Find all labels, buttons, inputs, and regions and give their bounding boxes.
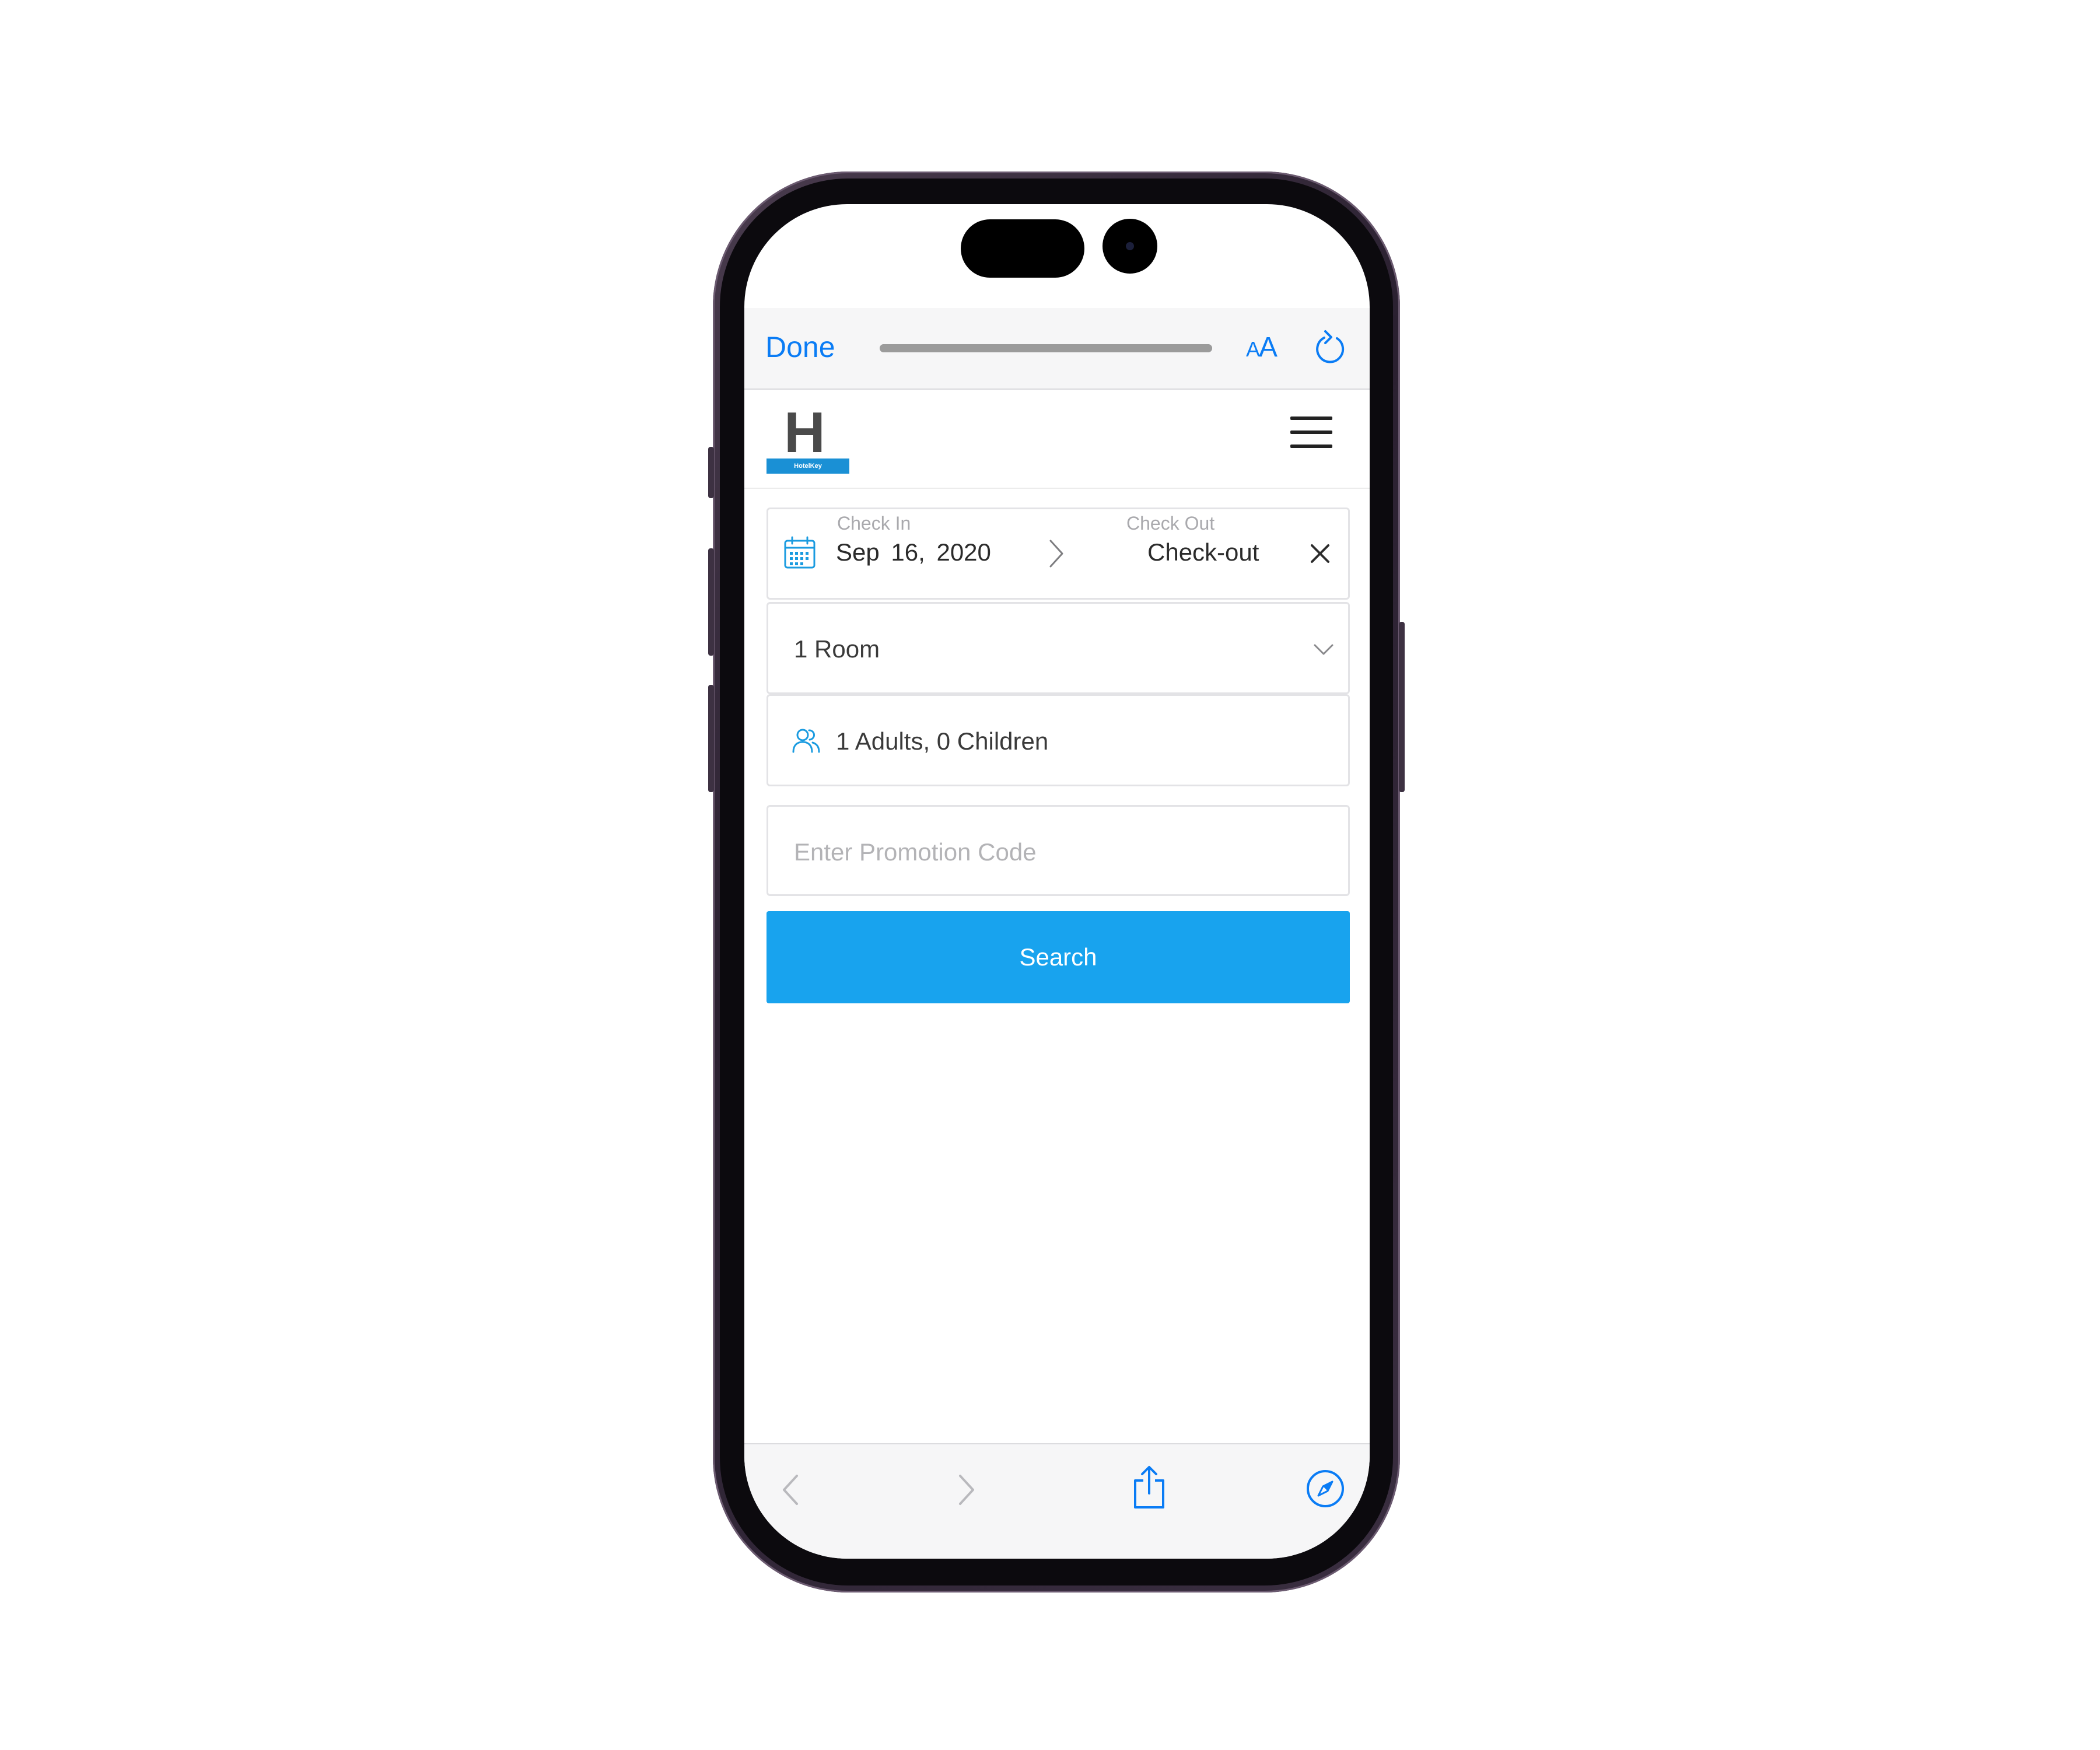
power-button: [1399, 622, 1405, 792]
browser-top-bar: Done AA: [744, 308, 1370, 390]
check-out-label: Check Out: [1126, 513, 1215, 534]
calendar-icon: [783, 535, 816, 570]
logo-letter: H: [784, 400, 825, 464]
text-size-small-glyph: A: [1246, 337, 1260, 361]
volume-up-button: [708, 548, 714, 656]
text-size-large-glyph: A: [1259, 332, 1278, 363]
guests-value: 1 Adults, 0 Children: [836, 727, 1049, 755]
guests-selector[interactable]: 1 Adults, 0 Children: [766, 694, 1350, 786]
rooms-selected-value: 1 Room: [794, 635, 880, 663]
volume-down-button: [708, 685, 714, 792]
chevron-right-icon: [1048, 538, 1065, 569]
front-camera: [1102, 219, 1157, 274]
check-in-label: Check In: [837, 513, 911, 534]
logo-caption: HotelKey: [766, 459, 849, 474]
page-load-progress-fill: [880, 344, 1212, 352]
search-button[interactable]: Search: [766, 911, 1350, 1003]
page-load-progress: [880, 344, 1212, 352]
rooms-select[interactable]: 1 Room: [766, 602, 1350, 694]
chevron-down-icon: [1313, 643, 1334, 656]
compass-icon[interactable]: [1306, 1469, 1345, 1508]
promo-code-input[interactable]: [794, 836, 1319, 869]
close-icon[interactable]: [1308, 542, 1332, 565]
date-range-picker[interactable]: Check In Sep 16, 2020 Check Out Check-ou…: [766, 508, 1350, 600]
phone-screen: Done AA H HotelKey Check In Sep 16, 2020…: [744, 204, 1370, 1559]
text-size-button[interactable]: AA: [1246, 331, 1278, 363]
promo-code-field[interactable]: [766, 805, 1350, 896]
browser-bottom-toolbar: [744, 1443, 1370, 1559]
check-out-date[interactable]: Check-out: [1147, 538, 1259, 566]
people-icon: [792, 727, 821, 754]
action-button: [708, 447, 714, 498]
reload-icon[interactable]: [1312, 328, 1348, 365]
share-icon[interactable]: [1132, 1464, 1167, 1511]
dynamic-island: [961, 219, 1084, 278]
forward-icon[interactable]: [957, 1472, 977, 1507]
site-header: H HotelKey: [744, 390, 1370, 489]
check-in-date[interactable]: Sep 16, 2020: [836, 538, 991, 566]
back-icon[interactable]: [780, 1472, 800, 1507]
hamburger-menu-icon[interactable]: [1290, 415, 1332, 450]
hotelkey-logo[interactable]: H HotelKey: [766, 400, 849, 474]
done-button[interactable]: Done: [765, 330, 835, 364]
